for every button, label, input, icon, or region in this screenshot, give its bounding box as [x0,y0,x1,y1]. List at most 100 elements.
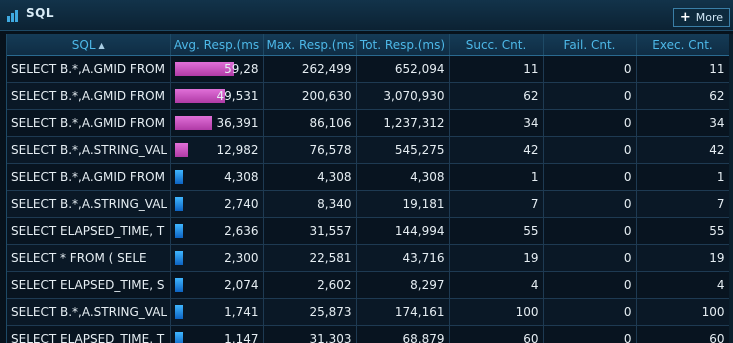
col-header-sql[interactable]: SQL ▲ [7,34,171,56]
table-row[interactable]: SELECT * FROM ( SELE 2,300 22,581 43,716 19 0… [7,244,729,272]
avg-resp-value: 4,308 [224,170,259,184]
fail-cnt-cell: 0 [543,55,637,83]
exec-cnt-cell: 34 [636,109,729,137]
exec-cnt-cell: 19 [636,244,729,272]
col-header-tot-resp[interactable]: Tot. Resp.(ms) [356,34,450,56]
max-resp-cell: 2,602 [263,271,357,299]
succ-cnt-cell: 100 [449,298,544,326]
sql-cell: SELECT B.*,A.GMID FROM [7,109,171,137]
exec-cnt-cell: 4 [636,271,729,299]
max-resp-cell: 4,308 [263,163,357,191]
max-resp-cell: 76,578 [263,136,357,164]
exec-cnt-cell: 11 [636,55,729,83]
tot-resp-cell: 3,070,930 [356,82,450,110]
avg-resp-value: 1,147 [224,332,259,343]
table-row[interactable]: SELECT B.*,A.GMID FROM 36,391 86,106 1,237,… [7,109,729,137]
succ-cnt-cell: 7 [449,190,544,218]
avg-resp-bar [174,332,183,343]
max-resp-cell: 86,106 [263,109,357,137]
succ-cnt-cell: 62 [449,82,544,110]
fail-cnt-cell: 0 [543,298,637,326]
chart-icon [6,8,20,22]
table-row[interactable]: SELECT B.*,A.STRING_VAL 12,982 76,578 545,2… [7,136,729,164]
tot-resp-cell: 1,237,312 [356,109,450,137]
col-header-avg-resp[interactable]: Avg. Resp.(ms [170,34,264,56]
sort-asc-icon: ▲ [98,40,105,50]
avg-resp-bar [174,224,183,238]
plus-icon: + [679,10,691,25]
exec-cnt-cell: 100 [636,298,729,326]
tot-resp-cell: 43,716 [356,244,450,272]
succ-cnt-cell: 42 [449,136,544,164]
sql-cell: SELECT B.*,A.GMID FROM [7,163,171,191]
tot-resp-cell: 144,994 [356,217,450,245]
panel-titlebar: SQL + More [0,0,733,31]
avg-resp-value: 2,740 [224,197,259,211]
sql-cell: SELECT B.*,A.STRING_VAL [7,190,171,218]
table-row[interactable]: SELECT B.*,A.GMID FROM 59,28 262,499 652,09… [7,55,729,83]
max-resp-cell: 22,581 [263,244,357,272]
table-row[interactable]: SELECT B.*,A.STRING_VAL 1,741 25,873 174,16… [7,298,729,326]
avg-resp-cell: 59,28 [170,55,264,83]
col-header-exec-cnt[interactable]: Exec. Cnt. [636,34,729,56]
tot-resp-cell: 4,308 [356,163,450,191]
avg-resp-bar [174,305,183,319]
fail-cnt-cell: 0 [543,190,637,218]
table-row[interactable]: SELECT ELAPSED_TIME, T 1,147 31,303 68,879 6… [7,325,729,343]
fail-cnt-cell: 0 [543,217,637,245]
fail-cnt-cell: 0 [543,163,637,191]
avg-resp-cell: 1,741 [170,298,264,326]
col-header-succ-cnt[interactable]: Succ. Cnt. [449,34,544,56]
sql-cell: SELECT B.*,A.GMID FROM [7,82,171,110]
avg-resp-value: 59,28 [224,62,259,76]
avg-resp-bar [174,197,183,211]
tot-resp-cell: 68,879 [356,325,450,343]
avg-resp-cell: 2,740 [170,190,264,218]
succ-cnt-cell: 34 [449,109,544,137]
table-row[interactable]: SELECT B.*,A.GMID FROM 49,531 200,630 3,070… [7,82,729,110]
exec-cnt-cell: 7 [636,190,729,218]
max-resp-cell: 8,340 [263,190,357,218]
tot-resp-cell: 652,094 [356,55,450,83]
avg-resp-value: 12,982 [216,143,259,157]
fail-cnt-cell: 0 [543,82,637,110]
sql-table: SQL ▲ Avg. Resp.(ms Max. Resp.(ms Tot. Re… [6,34,729,343]
succ-cnt-cell: 55 [449,217,544,245]
sql-cell: SELECT ELAPSED_TIME, T [7,325,171,343]
table-row[interactable]: SELECT ELAPSED_TIME, S 2,074 2,602 8,297 4 0 4 [7,271,729,299]
succ-cnt-cell: 60 [449,325,544,343]
tot-resp-cell: 545,275 [356,136,450,164]
max-resp-cell: 31,557 [263,217,357,245]
avg-resp-bar [174,170,183,184]
table-row[interactable]: SELECT B.*,A.GMID FROM 4,308 4,308 4,308 1 0 1 [7,163,729,191]
vertical-scrollbar[interactable] [729,34,733,343]
table-row[interactable]: SELECT B.*,A.STRING_VAL 2,740 8,340 19,181 7… [7,190,729,218]
panel-title: SQL [26,6,54,20]
fail-cnt-cell: 0 [543,136,637,164]
avg-resp-value: 2,074 [224,278,259,292]
fail-cnt-cell: 0 [543,109,637,137]
avg-resp-cell: 2,300 [170,244,264,272]
more-button[interactable]: + More [672,8,730,27]
col-header-fail-cnt[interactable]: Fail. Cnt. [543,34,637,56]
avg-resp-value: 2,300 [224,251,259,265]
avg-resp-cell: 49,531 [170,82,264,110]
avg-resp-cell: 36,391 [170,109,264,137]
succ-cnt-cell: 1 [449,163,544,191]
max-resp-cell: 200,630 [263,82,357,110]
sql-cell: SELECT B.*,A.STRING_VAL [7,298,171,326]
tot-resp-cell: 8,297 [356,271,450,299]
avg-resp-cell: 2,636 [170,217,264,245]
avg-resp-cell: 4,308 [170,163,264,191]
sql-cell: SELECT ELAPSED_TIME, S [7,271,171,299]
avg-resp-value: 36,391 [216,116,259,130]
table-row[interactable]: SELECT ELAPSED_TIME, T 2,636 31,557 144,994… [7,217,729,245]
avg-resp-value: 49,531 [216,89,259,103]
tot-resp-cell: 174,161 [356,298,450,326]
fail-cnt-cell: 0 [543,244,637,272]
sql-panel: SQL + More SQL ▲ Avg. Resp.(ms Max. Resp.… [0,0,733,343]
col-header-max-resp[interactable]: Max. Resp.(ms [263,34,357,56]
sql-cell: SELECT B.*,A.GMID FROM [7,55,171,83]
avg-resp-bar [174,116,212,130]
avg-resp-value: 2,636 [224,224,259,238]
